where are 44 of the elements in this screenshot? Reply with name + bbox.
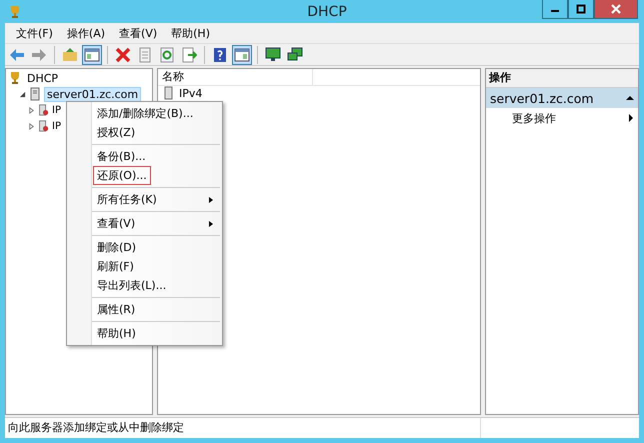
menu-item[interactable]: 还原(O)... <box>93 166 151 185</box>
expander-icon[interactable] <box>28 122 35 130</box>
tree-item[interactable]: IP <box>51 104 62 116</box>
trophy-icon <box>8 71 22 85</box>
menu-item[interactable]: 查看(V) <box>93 214 140 233</box>
action-section-header[interactable]: server01.zc.com <box>486 88 638 108</box>
window-title: DHCP <box>307 4 347 20</box>
panel-icon[interactable] <box>82 44 102 64</box>
tree-item[interactable]: DHCP <box>24 70 62 86</box>
menu-item[interactable]: 操作(A) <box>60 26 112 40</box>
menu-item[interactable]: 帮助(H) <box>93 324 140 343</box>
menu-item[interactable]: 所有任务(K) <box>93 190 161 209</box>
menu-item[interactable]: 授权(Z) <box>93 123 140 142</box>
submenu-arrow-icon <box>208 196 214 204</box>
menu-item[interactable]: 添加/删除绑定(B)... <box>93 104 198 123</box>
menu-item[interactable]: 刷新(F) <box>93 257 138 276</box>
server-icon <box>37 120 49 132</box>
maximize-button[interactable] <box>568 0 594 19</box>
trophy-icon <box>8 4 22 18</box>
close-button[interactable] <box>594 0 638 19</box>
status-text: 向此服务器添加绑定或从中删除绑定 <box>5 418 481 438</box>
expander-icon[interactable] <box>19 90 26 98</box>
menu-item[interactable]: 导出列表(L)... <box>93 276 170 295</box>
minimize-button[interactable] <box>542 0 568 19</box>
menu-item[interactable]: 文件(F) <box>9 26 60 40</box>
menu-item[interactable]: 属性(R) <box>93 300 140 319</box>
collapse-icon[interactable] <box>626 94 634 102</box>
menu-item[interactable]: 查看(V) <box>112 26 164 40</box>
close-icon <box>611 4 621 14</box>
column-header[interactable]: 名称 <box>158 69 313 85</box>
menu-item[interactable]: 帮助(H) <box>164 26 217 40</box>
submenu-arrow-icon <box>208 220 214 228</box>
maximize-icon <box>576 4 586 14</box>
server-icon <box>28 87 42 101</box>
panel-icon[interactable] <box>232 44 252 64</box>
action-link[interactable]: 更多操作 <box>512 110 556 126</box>
list-item[interactable]: IPv4 <box>179 86 202 100</box>
menu-item[interactable]: 删除(D) <box>93 238 140 257</box>
server-icon <box>37 104 49 116</box>
expander-icon[interactable] <box>28 106 35 114</box>
tree-item[interactable]: IP <box>51 120 62 132</box>
tree-item[interactable]: server01.zc.com <box>44 86 142 102</box>
menu-item[interactable]: 备份(B)... <box>93 147 150 166</box>
pane-header: 操作 <box>486 69 638 88</box>
